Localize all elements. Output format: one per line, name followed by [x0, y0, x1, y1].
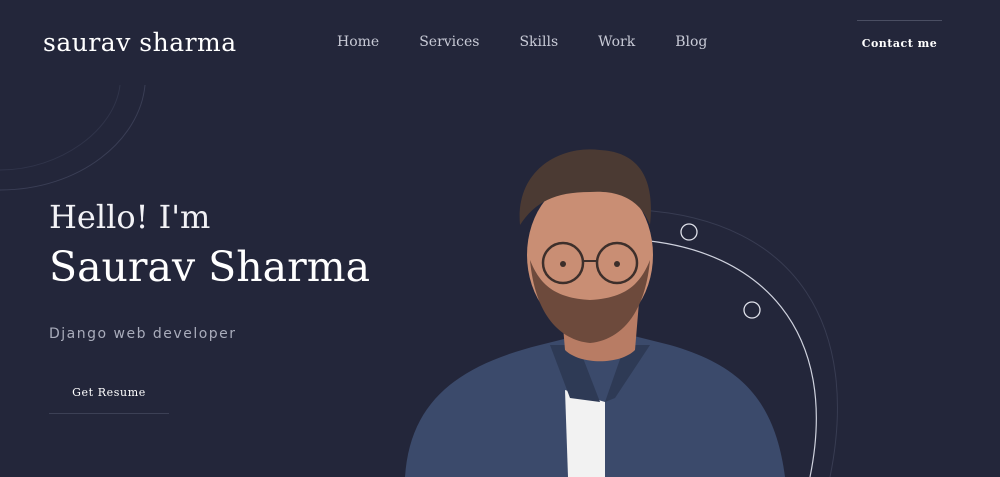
nav-skills[interactable]: Skills: [519, 34, 558, 50]
top-left-arc: [0, 84, 146, 191]
undershirt: [565, 390, 605, 477]
contact-button[interactable]: Contact me: [857, 20, 942, 66]
top-left-arc-inner: [0, 84, 121, 171]
hero-name: Saurav Sharma: [49, 243, 371, 291]
nav-home[interactable]: Home: [337, 34, 379, 50]
profile-photo: [405, 149, 785, 477]
site-logo[interactable]: saurav sharma: [43, 28, 237, 57]
nav-work[interactable]: Work: [598, 34, 635, 50]
hero-greeting: Hello! I'm: [49, 198, 211, 236]
page: saurav sharma Home Services Skills Work …: [0, 0, 1000, 477]
main-nav: Home Services Skills Work Blog: [337, 34, 747, 50]
nav-services[interactable]: Services: [419, 34, 479, 50]
hero-role: Django web developer: [49, 326, 237, 342]
get-resume-button[interactable]: Get Resume: [49, 372, 169, 414]
nav-blog[interactable]: Blog: [675, 34, 707, 50]
